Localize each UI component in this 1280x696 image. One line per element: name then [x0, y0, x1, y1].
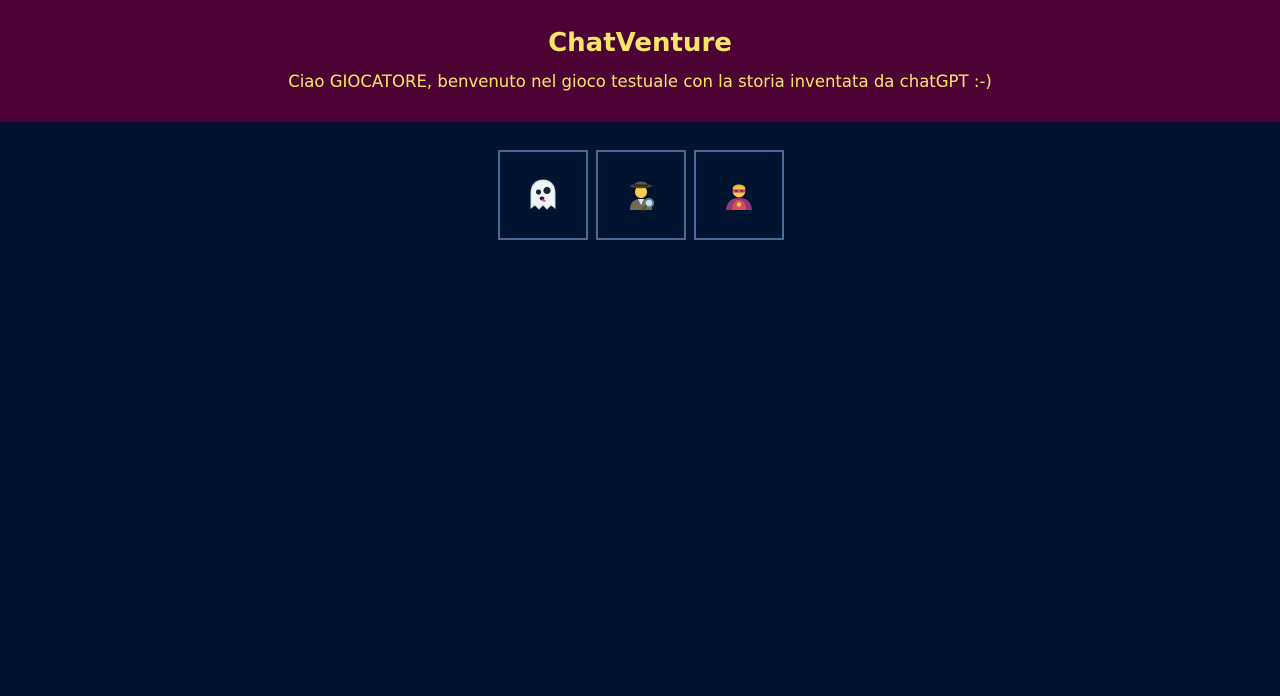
choice-detective-button[interactable] [596, 150, 686, 240]
choice-ghost-button[interactable] [498, 150, 588, 240]
app-title: ChatVenture [548, 28, 732, 58]
welcome-message: Ciao GIOCATORE, benvenuto nel gioco test… [288, 72, 992, 91]
character-choices [498, 150, 784, 240]
ghost-icon [525, 177, 561, 213]
detective-icon [623, 177, 659, 213]
header: ChatVenture Ciao GIOCATORE, benvenuto ne… [0, 0, 1280, 122]
choice-superhero-button[interactable] [694, 150, 784, 240]
superhero-icon [721, 177, 757, 213]
